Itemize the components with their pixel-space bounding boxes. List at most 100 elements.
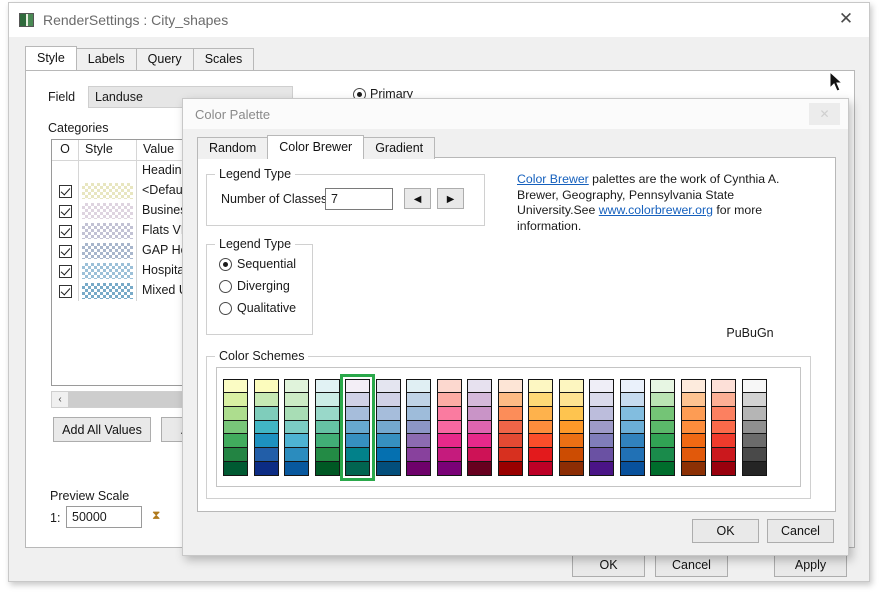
row-checkbox[interactable]: [58, 204, 72, 218]
field-label: Field: [48, 90, 76, 104]
diverging-radio[interactable]: [219, 279, 232, 293]
scheme-color-cell: [590, 434, 613, 449]
color-schemes-group: Color Schemes: [206, 349, 811, 499]
color-scheme-purples[interactable]: [589, 378, 614, 476]
scheme-color-cell: [681, 406, 705, 421]
color-scheme-ylgnbu[interactable]: [253, 378, 279, 476]
tab-style[interactable]: Style: [25, 46, 77, 70]
scheme-color-cell: [651, 461, 674, 475]
scheme-color-cell: [712, 420, 735, 435]
scheme-color-cell: [468, 420, 491, 435]
color-scheme-pubu[interactable]: [375, 378, 401, 476]
scheme-swatch-stack: [345, 378, 370, 476]
scheme-color-cell: [742, 461, 766, 475]
scheme-color-cell: [376, 434, 400, 449]
tab-query[interactable]: Query: [135, 48, 194, 70]
colorbrewer-url-link[interactable]: www.colorbrewer.org: [599, 203, 713, 217]
scheme-swatch-stack: [619, 378, 645, 476]
color-schemes-list[interactable]: [216, 367, 801, 487]
scheme-color-cell: [498, 379, 522, 394]
row-checkbox-cell[interactable]: [52, 261, 79, 281]
increment-classes-button[interactable]: ►: [437, 188, 464, 209]
tab-random[interactable]: Random: [197, 137, 269, 159]
color-scheme-bugn[interactable]: [314, 378, 340, 476]
color-scheme-pubugn[interactable]: [340, 373, 375, 481]
color-scheme-reds[interactable]: [711, 378, 736, 476]
palette-cancel-button[interactable]: Cancel: [767, 519, 834, 543]
scheme-swatch-stack: [711, 378, 736, 476]
tab-labels[interactable]: Labels: [75, 48, 137, 70]
color-scheme-greens[interactable]: [650, 378, 675, 476]
tab-scales[interactable]: Scales: [192, 48, 255, 70]
decrement-classes-button[interactable]: ◄: [404, 188, 431, 209]
color-brewer-link[interactable]: Color Brewer: [517, 172, 589, 186]
color-scheme-purd[interactable]: [467, 378, 492, 476]
scheme-color-cell: [559, 406, 583, 421]
add-all-values-button[interactable]: Add All Values: [53, 417, 151, 442]
scheme-color-cell: [407, 420, 430, 435]
color-scheme-gnbu[interactable]: [284, 378, 309, 476]
row-checkbox[interactable]: [58, 284, 72, 298]
scheme-color-cell: [498, 434, 522, 449]
scheme-color-cell: [559, 448, 583, 462]
legend-option-diverging[interactable]: Diverging: [219, 279, 290, 293]
color-scheme-rdpu[interactable]: [436, 378, 462, 476]
legend-option-sequential[interactable]: Sequential: [219, 257, 296, 271]
scheme-color-cell: [224, 420, 247, 435]
color-scheme-greys[interactable]: [741, 378, 767, 476]
scheme-color-cell: [529, 406, 552, 421]
scheme-color-cell: [742, 434, 766, 449]
color-scheme-bupu[interactable]: [406, 378, 431, 476]
close-icon[interactable]: ✕: [823, 3, 869, 35]
row-style-cell[interactable]: [79, 241, 137, 261]
color-scheme-blues[interactable]: [619, 378, 645, 476]
row-checkbox-cell[interactable]: [52, 221, 79, 241]
scheme-color-cell: [346, 448, 369, 462]
row-checkbox[interactable]: [58, 224, 72, 238]
scheme-color-cell: [620, 420, 644, 435]
row-checkbox-cell[interactable]: [52, 241, 79, 261]
scheme-color-cell: [590, 393, 613, 407]
scheme-color-cell: [437, 406, 461, 421]
qualitative-radio[interactable]: [219, 301, 232, 315]
row-style-cell[interactable]: [79, 281, 137, 301]
scheme-color-cell: [254, 393, 278, 407]
style-swatch: [82, 183, 133, 199]
row-checkbox-cell: [52, 161, 79, 181]
scheme-swatch-stack: [223, 378, 248, 476]
color-scheme-oranges[interactable]: [680, 378, 706, 476]
row-checkbox-cell[interactable]: [52, 181, 79, 201]
row-checkbox[interactable]: [58, 264, 72, 278]
scheme-color-cell: [254, 434, 278, 449]
color-scheme-ylorrd[interactable]: [528, 378, 553, 476]
tab-color-brewer[interactable]: Color Brewer: [267, 135, 365, 159]
row-checkbox-cell[interactable]: [52, 281, 79, 301]
scheme-color-cell: [712, 434, 735, 449]
scheme-color-cell: [681, 434, 705, 449]
tab-gradient[interactable]: Gradient: [363, 137, 436, 159]
scheme-color-cell: [498, 448, 522, 462]
measure-icon[interactable]: ⧗: [152, 508, 160, 523]
row-checkbox[interactable]: [58, 244, 72, 258]
legend-option-qualitative[interactable]: Qualitative: [219, 301, 296, 315]
row-checkbox-cell[interactable]: [52, 201, 79, 221]
palette-ok-button[interactable]: OK: [692, 519, 759, 543]
scheme-color-cell: [681, 379, 705, 394]
color-scheme-orrd[interactable]: [497, 378, 523, 476]
scheme-swatch-stack: [314, 378, 340, 476]
row-style-cell[interactable]: [79, 201, 137, 221]
palette-close-icon[interactable]: ✕: [809, 103, 840, 125]
row-style-cell[interactable]: [79, 261, 137, 281]
color-scheme-ylorbr[interactable]: [558, 378, 584, 476]
color-scheme-ylgn[interactable]: [223, 378, 248, 476]
number-of-classes-input[interactable]: 7: [325, 188, 393, 210]
row-style-cell: [79, 161, 137, 181]
scroll-left-icon[interactable]: ‹: [52, 394, 68, 405]
scheme-color-cell: [407, 406, 430, 421]
scale-input[interactable]: 50000: [66, 506, 142, 528]
row-style-cell[interactable]: [79, 221, 137, 241]
row-checkbox[interactable]: [58, 184, 72, 198]
row-style-cell[interactable]: [79, 181, 137, 201]
sequential-radio[interactable]: [219, 257, 232, 271]
scheme-color-cell: [620, 379, 644, 394]
